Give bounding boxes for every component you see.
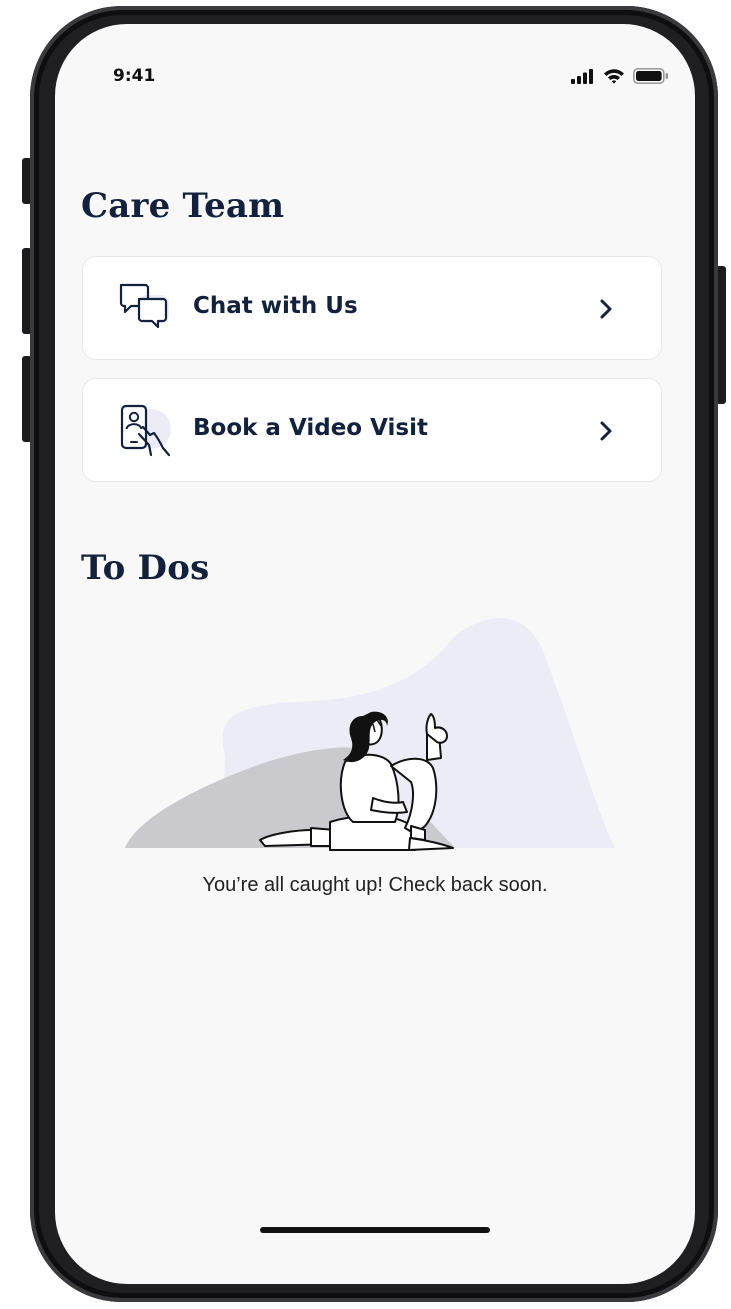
woman-thumbs-up-illustration — [125, 616, 625, 856]
phone-frame: 9:41 Care Team Chat with Us Book a Video… — [30, 6, 718, 1302]
phone-screen: 9:41 Care Team Chat with Us Book a Video… — [55, 24, 695, 1284]
chat-bubbles-icon — [117, 281, 175, 337]
cellular-signal-icon — [571, 68, 595, 88]
care-team-heading: Care Team — [81, 186, 285, 226]
home-indicator[interactable] — [260, 1227, 490, 1233]
status-time: 9:41 — [113, 66, 156, 86]
device-stage: 9:41 Care Team Chat with Us Book a Video… — [0, 0, 731, 1309]
to-dos-heading: To Dos — [81, 548, 210, 588]
chat-with-us-button[interactable]: Chat with Us — [82, 256, 662, 360]
chat-with-us-label: Chat with Us — [193, 293, 358, 319]
book-video-visit-button[interactable]: Book a Video Visit — [82, 378, 662, 482]
chevron-right-icon — [599, 297, 613, 321]
wifi-icon — [603, 68, 625, 88]
status-icons — [571, 68, 669, 88]
book-video-visit-label: Book a Video Visit — [193, 415, 428, 441]
chevron-right-icon — [599, 419, 613, 443]
empty-state-message: You’re all caught up! Check back soon. — [202, 874, 548, 896]
battery-icon — [633, 68, 669, 88]
phone-video-icon — [117, 403, 175, 459]
